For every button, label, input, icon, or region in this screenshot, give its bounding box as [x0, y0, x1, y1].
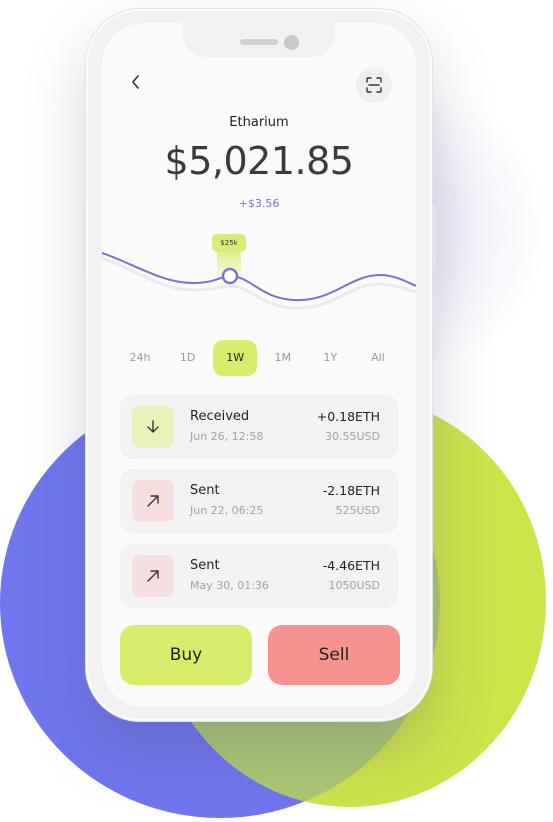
coin-name: Etharium — [229, 115, 289, 130]
phone-screen: Etharium $5,021.85 +$3.56 $25k 24h 1D 1W… — [102, 23, 416, 707]
range-1m[interactable]: 1M — [261, 340, 305, 376]
sell-button[interactable]: Sell — [268, 625, 400, 685]
transaction-row[interactable]: Sent Jun 22, 06:25 -2.18ETH 525USD — [120, 469, 398, 533]
transaction-type: Sent — [190, 483, 220, 498]
transaction-amount: -4.46ETH — [322, 558, 380, 573]
scan-button[interactable] — [356, 67, 392, 103]
balance-change: +$3.56 — [238, 197, 280, 210]
buy-button[interactable]: Buy — [120, 625, 252, 685]
balance-amount: $5,021.85 — [164, 139, 354, 183]
phone-frame: Etharium $5,021.85 +$3.56 $25k 24h 1D 1W… — [82, 9, 436, 721]
range-1w[interactable]: 1W — [213, 340, 258, 376]
transaction-usd: 30.55USD — [325, 430, 380, 443]
range-1y[interactable]: 1Y — [308, 340, 352, 376]
transaction-type: Received — [190, 409, 250, 424]
sent-icon-box — [132, 480, 174, 522]
camera — [284, 35, 299, 50]
scan-icon — [366, 77, 382, 93]
transaction-row[interactable]: Received Jun 26, 12:58 +0.18ETH 30.55USD — [120, 395, 398, 459]
transaction-amount: +0.18ETH — [316, 409, 380, 424]
power-button — [432, 205, 436, 275]
transaction-amount: -2.18ETH — [322, 483, 380, 498]
transaction-date: Jun 22, 06:25 — [190, 504, 264, 517]
side-button — [432, 289, 436, 359]
price-chart[interactable] — [102, 228, 416, 318]
chevron-left-icon — [132, 75, 139, 89]
transaction-type: Sent — [190, 558, 220, 573]
speaker — [240, 39, 278, 45]
chart-point — [221, 267, 239, 285]
transaction-usd: 525USD — [335, 504, 381, 517]
back-button[interactable] — [126, 71, 146, 93]
stage: Etharium $5,021.85 +$3.56 $25k 24h 1D 1W… — [0, 0, 553, 822]
time-range-selector: 24h 1D 1W 1M 1Y All — [118, 340, 400, 376]
notch — [183, 23, 335, 57]
chart-price-line — [102, 252, 416, 302]
volume-button — [82, 205, 86, 275]
arrow-up-right-icon — [147, 570, 159, 582]
received-icon-box — [132, 406, 174, 448]
arrow-up-right-icon — [147, 495, 159, 507]
transaction-date: May 30, 01:36 — [190, 579, 269, 592]
range-all[interactable]: All — [356, 340, 400, 376]
range-1d[interactable]: 1D — [166, 340, 210, 376]
arrow-down-icon — [147, 420, 159, 433]
sent-icon-box — [132, 555, 174, 597]
transaction-usd: 1050USD — [328, 579, 381, 592]
range-24h[interactable]: 24h — [118, 340, 162, 376]
price-tooltip: $25k — [212, 234, 246, 252]
transaction-row[interactable]: Sent May 30, 01:36 -4.46ETH 1050USD — [120, 544, 398, 608]
transaction-date: Jun 26, 12:58 — [190, 430, 264, 443]
chart-shadow-line — [102, 256, 416, 310]
